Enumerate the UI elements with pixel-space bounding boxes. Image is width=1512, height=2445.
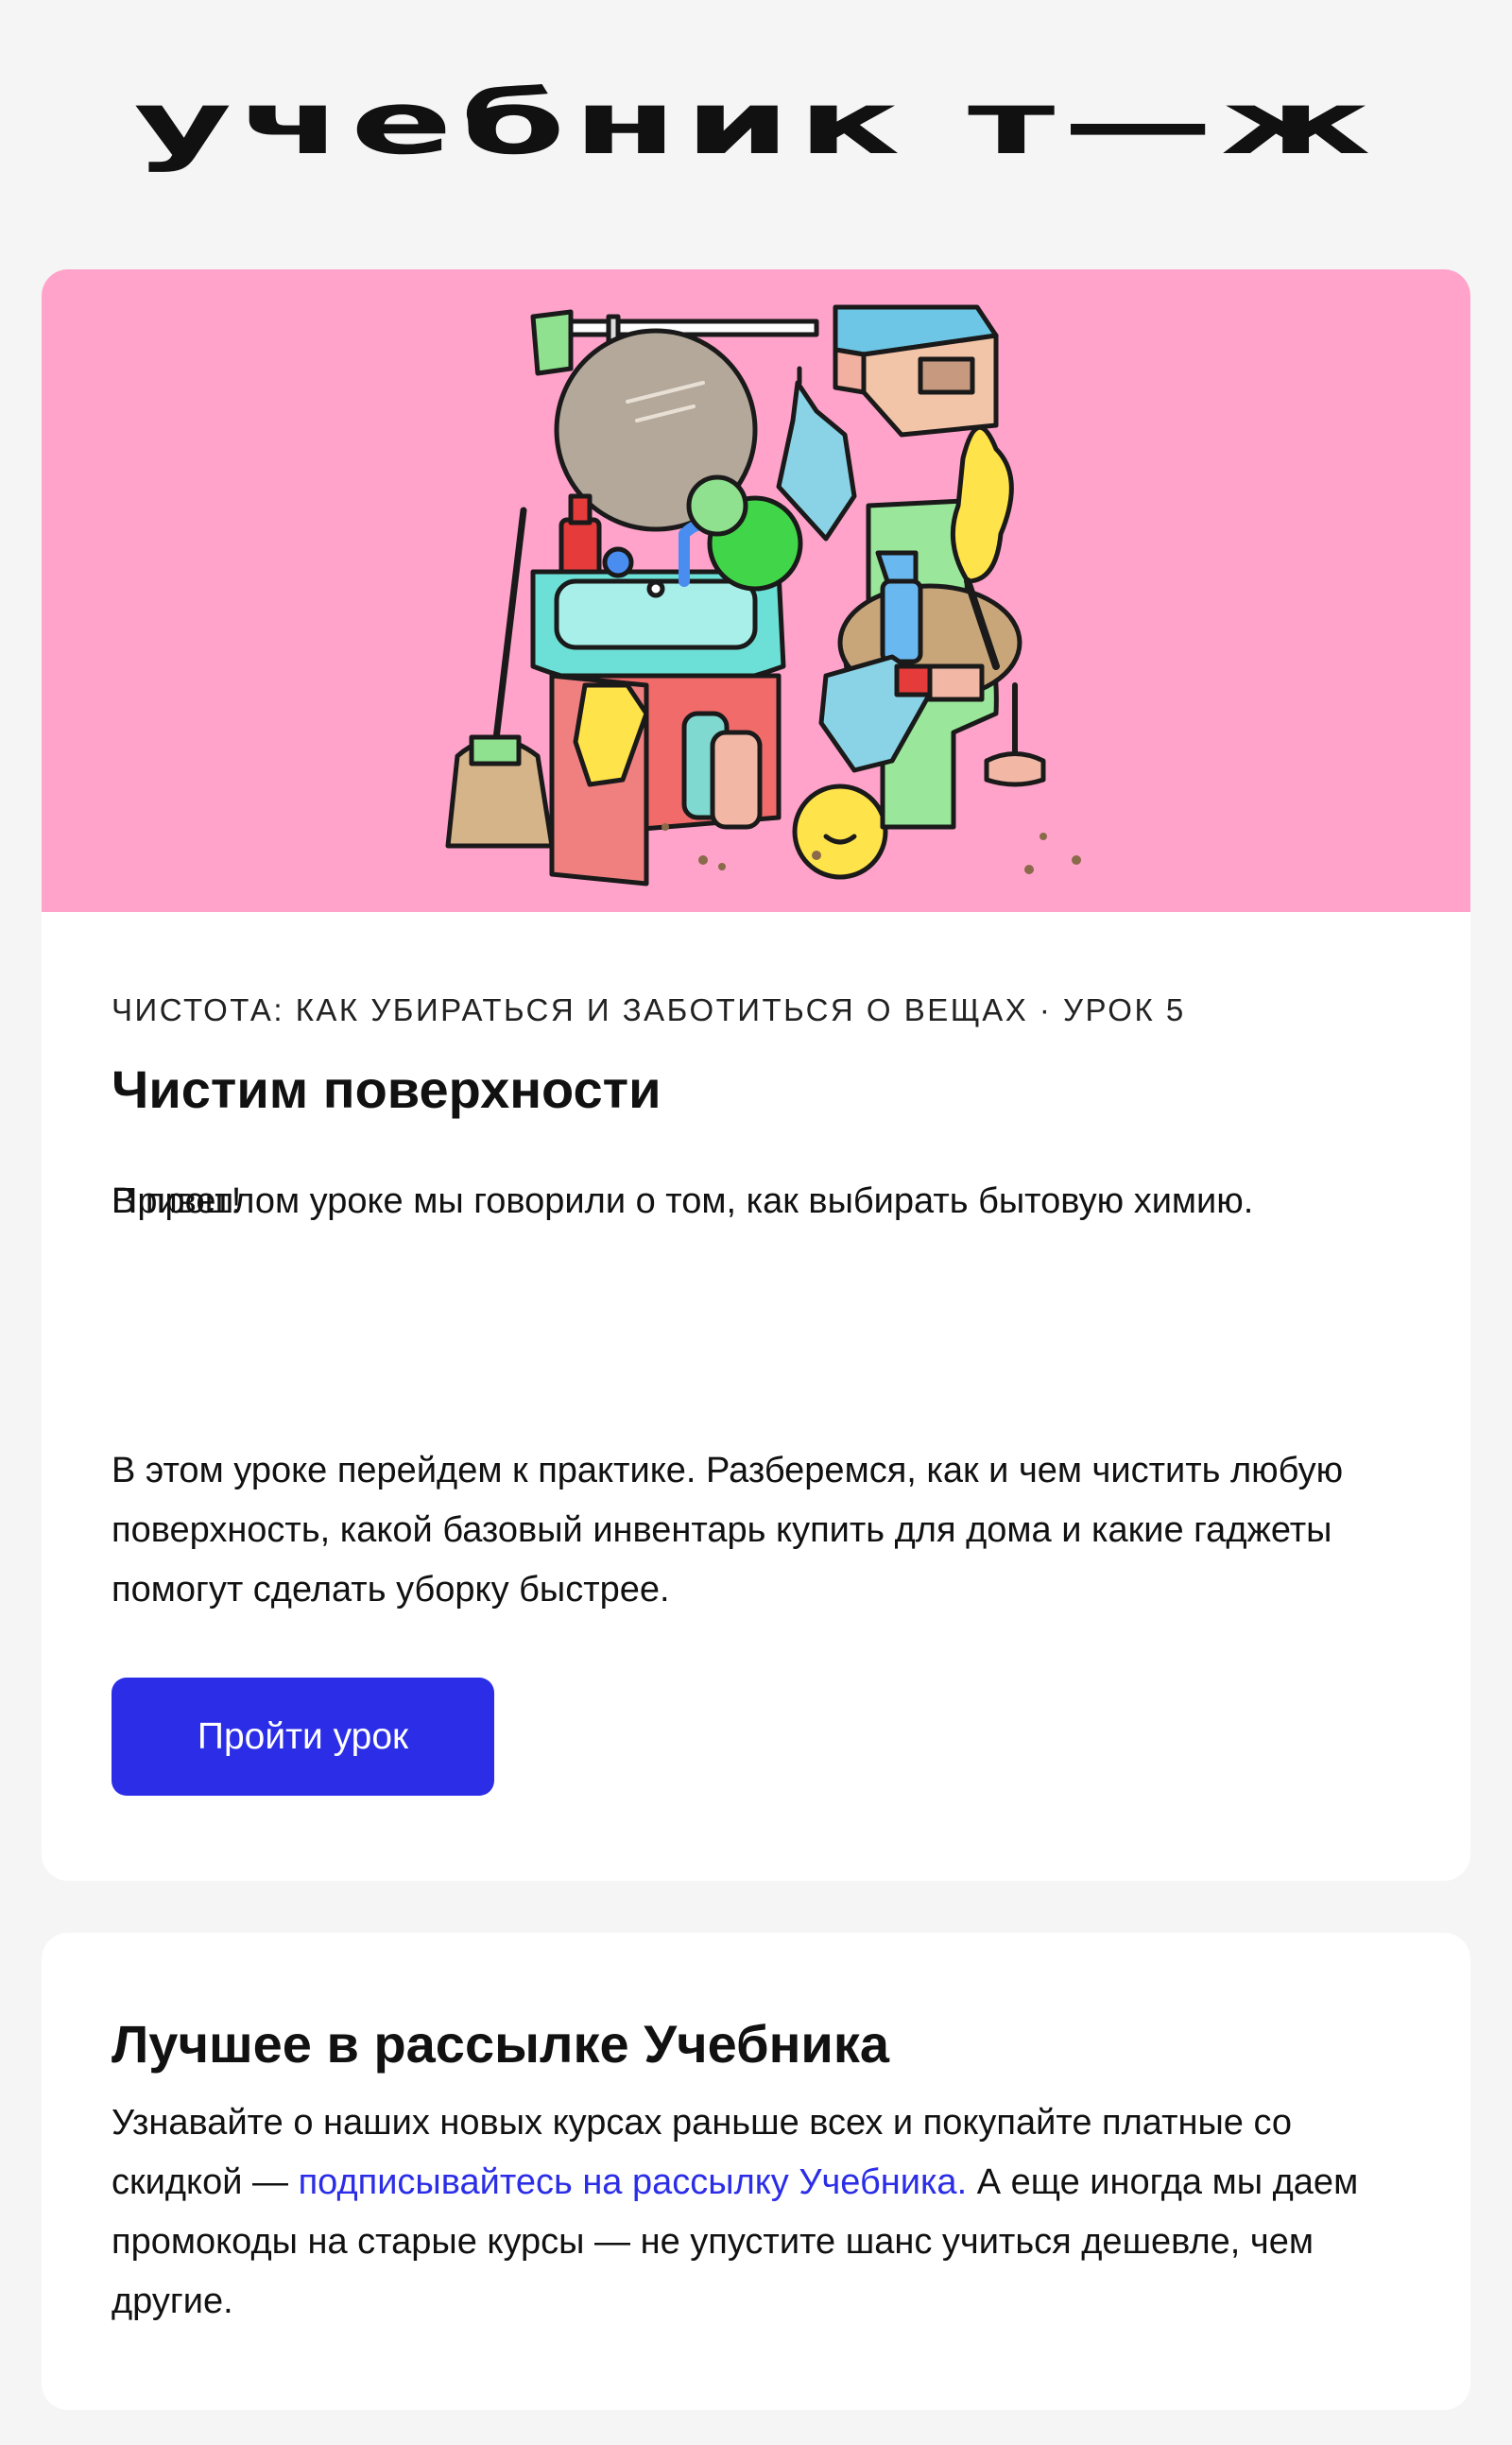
brand-logo[interactable]: учебник т—ж — [0, 71, 1512, 174]
newsletter-card: Лучшее в рассылке Учебника Узнавайте о н… — [42, 1933, 1470, 2410]
start-lesson-button[interactable]: Пройти урок — [112, 1678, 494, 1796]
lesson-card: ЧИСТОТА: КАК УБИРАТЬСЯ И ЗАБОТИТЬСЯ О ВЕ… — [42, 269, 1470, 1881]
towel — [530, 309, 574, 376]
newsletter-title: Лучшее в рассылке Учебника — [112, 2014, 889, 2074]
course-lesson-label: ЧИСТОТА: КАК УБИРАТЬСЯ И ЗАБОТИТЬСЯ О ВЕ… — [112, 992, 1186, 1027]
subscribe-link[interactable]: подписывайтесь на рассылку Учебника. — [299, 2162, 968, 2202]
smiley-ball — [792, 783, 888, 880]
lesson-title: Чистим поверхности — [112, 1059, 662, 1119]
cleaning-illustration — [445, 304, 1081, 887]
spray-bottle — [880, 578, 923, 664]
lesson-paragraph-2: В этом уроке перейдем к практике. Разбер… — [112, 1451, 1344, 1610]
lesson-hero-illustration — [42, 269, 1470, 912]
duster — [950, 425, 1014, 584]
newsletter-text: Узнавайте о наших новых курсах раньше вс… — [112, 2093, 1397, 2332]
lesson-paragraph-1: В прошлом уроке мы говорили о том, как в… — [112, 1181, 1254, 1221]
mop — [491, 507, 527, 750]
